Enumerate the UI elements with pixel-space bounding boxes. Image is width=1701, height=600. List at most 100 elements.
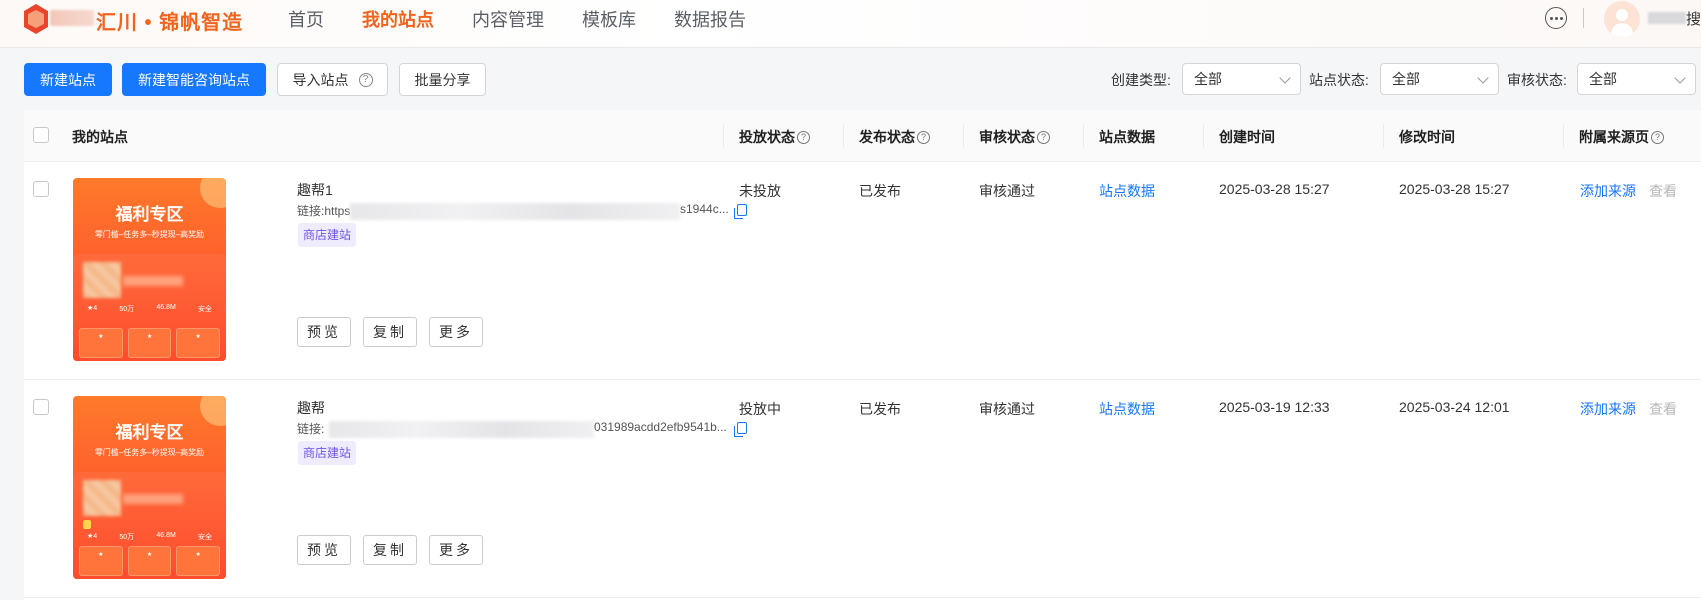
site-type-tag: 商店建站 <box>298 441 357 465</box>
copy-icon[interactable] <box>734 422 747 437</box>
thumb-title: 福利专区 <box>115 423 184 442</box>
blurred-text <box>123 276 183 286</box>
preview-button[interactable]: 预览 <box>297 535 351 565</box>
thumb-stats: ★4 50万 46.8M 安全 <box>87 304 212 313</box>
more-button[interactable]: 更多 <box>429 317 483 347</box>
blurred-image <box>83 480 121 516</box>
help-icon[interactable]: ? <box>797 130 810 144</box>
chevron-down-icon <box>1477 72 1489 84</box>
nav-content[interactable]: 内容管理 <box>472 0 544 40</box>
modified-time: 2025-03-28 15:27 <box>1399 181 1510 197</box>
site-status-select[interactable]: 全部 <box>1380 63 1499 95</box>
import-site-label: 导入站点 <box>292 71 349 88</box>
publish-status: 已发布 <box>859 183 901 199</box>
more-options-icon[interactable] <box>1545 7 1567 29</box>
username-suffix[interactable]: 搜 <box>1686 8 1701 29</box>
create-type-label: 创建类型: <box>1111 72 1171 88</box>
avatar[interactable] <box>1604 1 1640 37</box>
create-type-value: 全部 <box>1194 71 1222 87</box>
nav-my-sites[interactable]: 我的站点 <box>362 0 434 40</box>
column-divider <box>1383 124 1384 148</box>
top-header: 汇川 • 锦帆智造 首页 我的站点 内容管理 模板库 数据报告 搜 <box>0 0 1701 48</box>
more-button[interactable]: 更多 <box>429 535 483 565</box>
thumb-subtitle: 零门槛–任务多–秒提现–高奖励 <box>94 230 205 239</box>
copy-icon[interactable] <box>734 204 747 219</box>
new-ai-site-button[interactable]: 新建智能咨询站点 <box>122 63 266 96</box>
table-row: 福利专区 零门槛–任务多–秒提现–高奖励 ★4 50万 46.8M 安全 ★ ★ ★ 趣帮… <box>24 162 1701 380</box>
help-icon[interactable]: ? <box>358 72 373 87</box>
column-divider <box>843 124 844 148</box>
site-thumbnail[interactable]: 福利专区 零门槛–任务多–秒提现–高奖励 ★4 50万 46.8M 安全 ★ ★ ★ <box>73 178 226 361</box>
column-divider <box>1203 124 1204 148</box>
col-review: 审核状态? <box>979 127 1050 147</box>
site-thumbnail[interactable]: 福利专区 零门槛–任务多–秒提现–高奖励 ★4 50万 46.8M 安全 ★ ★ ★ <box>73 396 226 579</box>
logo-icon <box>24 4 48 34</box>
review-status-label: 审核状态: <box>1507 72 1567 88</box>
column-divider <box>1563 124 1564 148</box>
thumb-subtitle: 零门槛–任务多–秒提现–高奖励 <box>94 448 205 457</box>
site-type-tag: 商店建站 <box>298 223 357 247</box>
col-site: 我的站点 <box>72 129 128 145</box>
site-status-value: 全部 <box>1392 71 1420 87</box>
select-all-checkbox[interactable] <box>33 127 49 143</box>
view-link[interactable]: 查看 <box>1649 399 1677 419</box>
delivery-status: 投放中 <box>739 401 781 417</box>
thumb-badge <box>83 520 91 529</box>
chevron-down-icon <box>1279 72 1291 84</box>
site-name: 趣帮 <box>297 400 325 416</box>
modified-time: 2025-03-24 12:01 <box>1399 399 1510 415</box>
thumb-tiles: ★ ★ ★ <box>79 328 221 358</box>
table-header: 我的站点 投放状态? 发布状态? 审核状态? 站点数据 创建时间 修改时间 附属… <box>24 110 1701 162</box>
help-icon[interactable]: ? <box>917 130 930 144</box>
copy-button[interactable]: 复制 <box>363 317 417 347</box>
brand-name: 汇川 • 锦帆智造 <box>96 12 244 34</box>
blurred-image <box>83 262 121 298</box>
table-row: 福利专区 零门槛–任务多–秒提现–高奖励 ★4 50万 46.8M 安全 ★ ★ ★ 趣帮… <box>24 380 1701 598</box>
row-checkbox[interactable] <box>33 181 49 197</box>
thumb-tiles: ★ ★ ★ <box>79 546 221 576</box>
review-status-select[interactable]: 全部 <box>1577 63 1696 95</box>
review-status: 审核通过 <box>979 401 1035 417</box>
nav-templates[interactable]: 模板库 <box>582 0 636 40</box>
thumb-stats: ★4 50万 46.8M 安全 <box>87 532 212 541</box>
site-data-link[interactable]: 站点数据 <box>1099 181 1155 201</box>
site-link-tail: s1944c... <box>680 202 729 216</box>
url-blurred <box>329 421 594 438</box>
col-source-label: 附属来源页 <box>1579 129 1649 145</box>
col-review-label: 审核状态 <box>979 129 1035 145</box>
chevron-down-icon <box>1674 72 1686 84</box>
url-blurred <box>350 203 680 220</box>
help-icon[interactable]: ? <box>1651 130 1664 144</box>
site-link-prefix: 链接:https <box>297 204 351 218</box>
header-divider <box>1583 8 1584 28</box>
view-link[interactable]: 查看 <box>1649 181 1677 201</box>
site-status-label: 站点状态: <box>1309 72 1369 88</box>
col-data: 站点数据 <box>1099 129 1155 145</box>
col-publish: 发布状态? <box>859 127 930 147</box>
import-site-button[interactable]: 导入站点 ? <box>277 63 388 96</box>
add-source-link[interactable]: 添加来源 <box>1580 399 1636 419</box>
column-divider <box>963 124 964 148</box>
col-modified: 修改时间 <box>1399 129 1455 145</box>
add-source-link[interactable]: 添加来源 <box>1580 181 1636 201</box>
logo-blurred-text <box>50 10 94 26</box>
help-icon[interactable]: ? <box>1037 130 1050 144</box>
main-nav: 首页 我的站点 内容管理 模板库 数据报告 <box>288 0 784 40</box>
nav-reports[interactable]: 数据报告 <box>674 0 746 40</box>
new-site-button[interactable]: 新建站点 <box>24 63 112 96</box>
preview-button[interactable]: 预览 <box>297 317 351 347</box>
col-created: 创建时间 <box>1219 129 1275 145</box>
site-data-link[interactable]: 站点数据 <box>1099 399 1155 419</box>
publish-status: 已发布 <box>859 401 901 417</box>
created-time: 2025-03-28 15:27 <box>1219 181 1330 197</box>
col-source: 附属来源页? <box>1579 127 1664 147</box>
create-type-select[interactable]: 全部 <box>1182 63 1301 95</box>
username-blurred <box>1648 12 1686 24</box>
row-checkbox[interactable] <box>33 399 49 415</box>
created-time: 2025-03-19 12:33 <box>1219 399 1330 415</box>
copy-button[interactable]: 复制 <box>363 535 417 565</box>
site-link-tail: 031989acdd2efb9541b... <box>594 420 727 434</box>
review-status-value: 全部 <box>1589 71 1617 87</box>
batch-share-button[interactable]: 批量分享 <box>399 63 486 96</box>
nav-home[interactable]: 首页 <box>288 0 324 40</box>
